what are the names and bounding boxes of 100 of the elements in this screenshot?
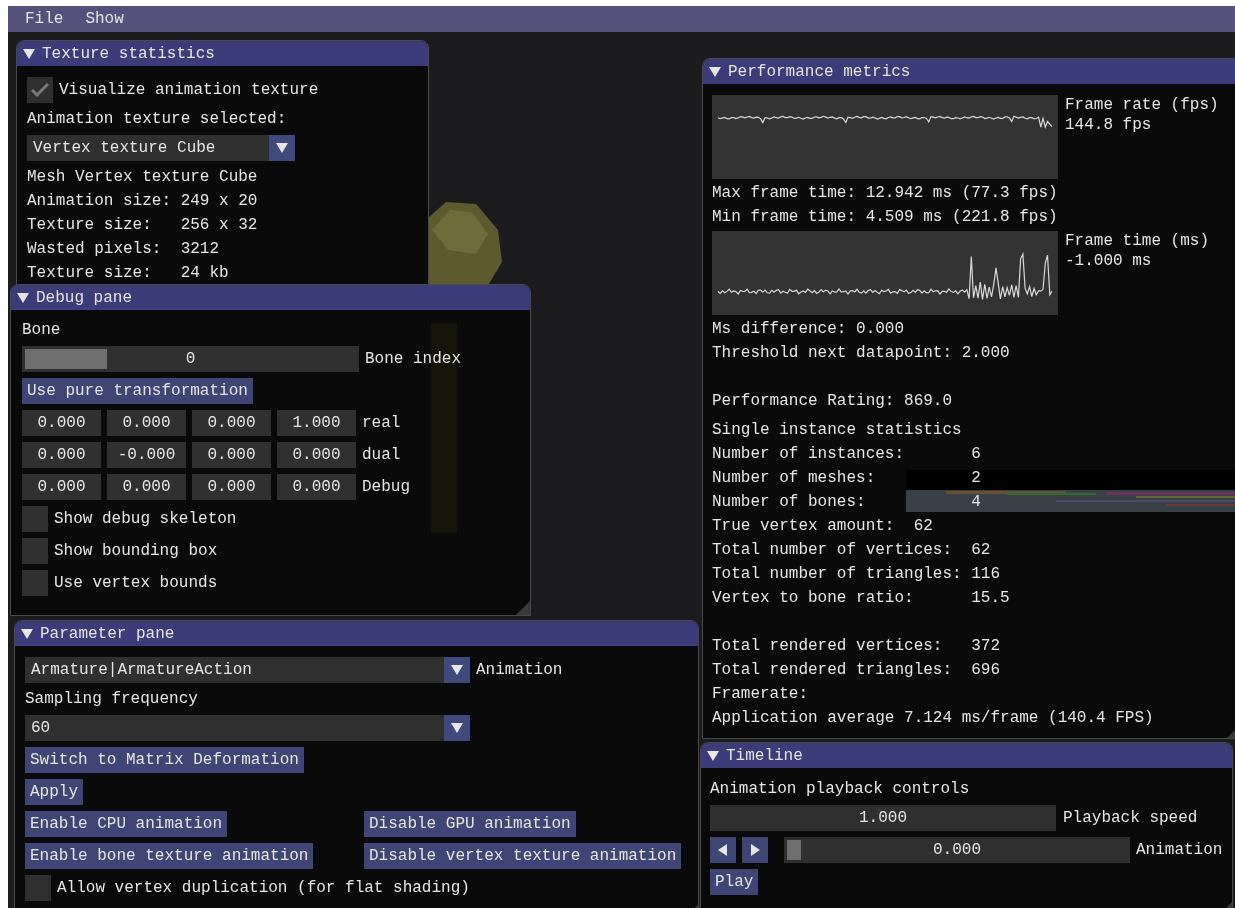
number-field[interactable]: 0.000: [277, 474, 356, 500]
stat-line: Min frame time: 4.509 ms (221.8 fps): [712, 207, 1059, 227]
stat-line: Threshold next datapoint: 2.000: [712, 343, 1011, 363]
window-title: Parameter pane: [40, 623, 175, 644]
window-title: Debug pane: [36, 287, 132, 308]
collapse-arrow-icon[interactable]: [709, 66, 721, 77]
window-title: Texture statistics: [42, 43, 215, 64]
window-title: Performance metrics: [728, 61, 911, 82]
step-back-button[interactable]: [710, 837, 736, 863]
stat-line: Mesh Vertex texture Cube: [27, 167, 259, 187]
button[interactable]: Disable GPU animation: [364, 811, 576, 837]
stat-line: Performance Rating: 869.0: [712, 391, 954, 411]
checkbox[interactable]: [27, 77, 53, 103]
number-field[interactable]: 0.000: [192, 442, 271, 468]
stat-line: Max frame time: 12.942 ms (77.3 fps): [712, 183, 1059, 203]
stat-line: Animation size: 249 x 20: [27, 191, 259, 211]
button[interactable]: Apply: [25, 779, 83, 805]
dropdown-arrow-icon: [451, 665, 463, 675]
label: real: [362, 413, 401, 433]
number-field[interactable]: 0.000: [192, 410, 271, 436]
menu-item[interactable]: Show: [85, 9, 124, 29]
number-field[interactable]: 0.000: [277, 442, 356, 468]
collapse-arrow-icon[interactable]: [23, 48, 35, 59]
number-field[interactable]: 0.000: [22, 474, 101, 500]
number-field[interactable]: 0.000: [22, 410, 101, 436]
stat-line: Number of bones: 4: [712, 492, 982, 512]
label: 144.8 fps: [1065, 115, 1153, 135]
window-title: Timeline: [726, 745, 803, 766]
stat-line: True vertex amount: 62: [712, 516, 934, 536]
checkbox-label: Visualize animation texture: [59, 80, 319, 100]
title-bar[interactable]: Debug pane: [11, 285, 530, 310]
button[interactable]: Enable bone texture animation: [25, 843, 314, 869]
menu-item[interactable]: File: [25, 9, 64, 29]
checkbox[interactable]: [22, 538, 48, 564]
slider[interactable]: 0.000: [784, 837, 1130, 863]
label: Debug: [362, 477, 410, 497]
checkbox-label: Allow vertex duplication (for flat shading): [57, 878, 470, 898]
step-forward-button[interactable]: [742, 837, 768, 863]
collapse-arrow-icon[interactable]: [21, 628, 33, 639]
dropdown-arrow-icon: [276, 143, 288, 153]
label: Animation playback controls: [710, 779, 971, 799]
dropdown[interactable]: 60: [25, 715, 470, 741]
checkbox[interactable]: [25, 875, 51, 901]
label: Sampling frequency: [25, 689, 199, 709]
check-icon: [31, 83, 49, 97]
number-field[interactable]: -0.000: [107, 442, 186, 468]
stat-line: Total rendered vertices: 372: [712, 636, 1002, 656]
checkbox[interactable]: [22, 570, 48, 596]
stat-line: Number of instances: 6: [712, 444, 982, 464]
button[interactable]: Switch to Matrix Deformation: [25, 747, 304, 773]
title-bar[interactable]: Texture statistics: [17, 41, 428, 66]
stat-line: Total number of vertices: 62: [712, 540, 992, 560]
label: Frame time (ms): [1065, 231, 1210, 251]
title-bar[interactable]: Timeline: [701, 743, 1232, 768]
checkbox-label: Show bounding box: [54, 541, 218, 561]
button[interactable]: Disable vertex texture animation: [364, 843, 682, 869]
collapse-arrow-icon[interactable]: [707, 750, 719, 761]
dropdown[interactable]: Armature|ArmatureAction: [25, 657, 470, 683]
number-field[interactable]: 0.000: [107, 474, 186, 500]
label: Frame rate (fps): [1065, 95, 1219, 115]
button[interactable]: Enable CPU animation: [25, 811, 228, 837]
label: dual: [362, 445, 401, 465]
dropdown-arrow-icon: [451, 723, 463, 733]
checkbox-label: Show debug skeleton: [54, 509, 237, 529]
resize-grip-icon[interactable]: [514, 599, 530, 615]
label: Bone index: [365, 349, 461, 369]
slider[interactable]: 0: [22, 346, 359, 372]
title-bar[interactable]: Parameter pane: [15, 621, 698, 646]
number-field[interactable]: 1.000: [277, 410, 356, 436]
stat-line: Total rendered triangles: 696: [712, 660, 1002, 680]
label: Bone: [22, 320, 62, 340]
right-triangle-icon: [749, 844, 761, 856]
stat-line: Framerate:: [712, 684, 809, 704]
number-field[interactable]: 0.000: [22, 442, 101, 468]
dropdown[interactable]: Vertex texture Cube: [27, 135, 295, 161]
stat-line: Total number of triangles: 116: [712, 564, 1002, 584]
slider-thumb[interactable]: [787, 840, 801, 860]
stat-line: Number of meshes: 2: [712, 468, 982, 488]
label: Animation: [476, 660, 563, 680]
stat-line: Wasted pixels: 3212: [27, 239, 221, 259]
number-field[interactable]: 0.000: [192, 474, 271, 500]
label: Animation texture selected:: [27, 109, 287, 129]
number-field[interactable]: 0.000: [107, 410, 186, 436]
label: Playback speed: [1063, 808, 1198, 828]
checkbox-label: Use vertex bounds: [54, 573, 218, 593]
label: -1.000 ms: [1065, 251, 1153, 271]
stat-line: Vertex to bone ratio: 15.5: [712, 588, 1011, 608]
stat-line: Texture size: 24 kb: [27, 263, 230, 283]
number-field[interactable]: 1.000: [710, 805, 1056, 831]
stat-line: Texture size: 256 x 32: [27, 215, 259, 235]
collapse-arrow-icon[interactable]: [17, 292, 29, 303]
stat-line: Application average 7.124 ms/frame (140.4 FPS): [712, 708, 1155, 728]
title-bar[interactable]: Performance metrics: [703, 59, 1235, 84]
button[interactable]: Use pure transformation: [22, 378, 253, 404]
checkbox[interactable]: [22, 506, 48, 532]
button[interactable]: Play: [710, 869, 759, 895]
stat-line: Ms difference: 0.000: [712, 319, 906, 339]
label: Animation: [1136, 840, 1223, 860]
stat-line: Single instance statistics: [712, 420, 963, 440]
slider-thumb[interactable]: [25, 349, 107, 369]
